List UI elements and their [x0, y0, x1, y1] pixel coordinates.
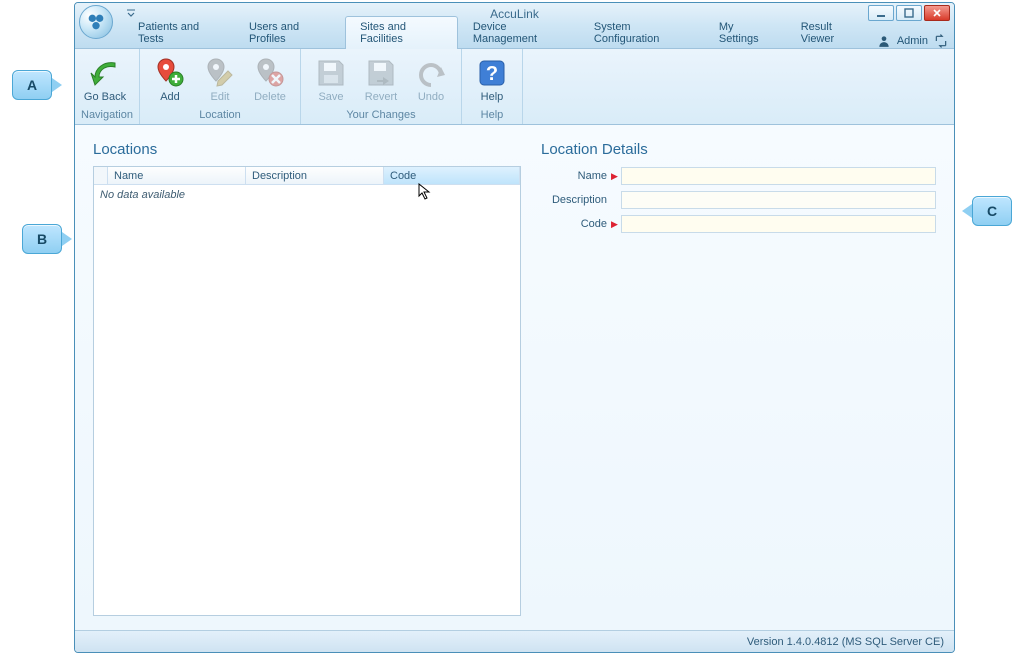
- go-back-button[interactable]: Go Back: [81, 53, 129, 107]
- app-logo-icon: [85, 11, 107, 33]
- callout-c-tail: [962, 204, 972, 218]
- button-label: Go Back: [84, 91, 126, 103]
- group-caption: Navigation: [81, 107, 133, 124]
- back-arrow-icon: [89, 57, 121, 89]
- ribbon-tabs: Patients and Tests Users and Profiles Si…: [75, 25, 954, 49]
- add-button[interactable]: Add: [146, 53, 194, 107]
- status-bar: Version 1.4.0.4812 (MS SQL Server CE): [75, 630, 954, 652]
- group-caption: Your Changes: [307, 107, 455, 124]
- button-label: Delete: [254, 91, 286, 103]
- name-input[interactable]: [621, 167, 936, 185]
- field-label: Code: [541, 218, 607, 230]
- callout-a-label: A: [27, 77, 37, 93]
- revert-button: Revert: [357, 53, 405, 107]
- svg-text:?: ?: [486, 63, 498, 85]
- callout-a: A: [12, 70, 52, 100]
- save-button: Save: [307, 53, 355, 107]
- callout-b-label: B: [37, 231, 47, 247]
- button-label: Help: [481, 91, 504, 103]
- callout-b-tail: [62, 232, 72, 246]
- edit-pin-icon: [204, 57, 236, 89]
- app-window: AccuLink Patients and Tests Users and Pr…: [74, 2, 955, 653]
- tab-results[interactable]: Result Viewer: [786, 16, 877, 49]
- group-caption: Location: [146, 107, 294, 124]
- tab-sysconfig[interactable]: System Configuration: [579, 16, 704, 49]
- required-indicator-icon: ▶: [611, 219, 617, 230]
- edit-button: Edit: [196, 53, 244, 107]
- field-row-name: Name ▶: [541, 166, 936, 186]
- col-name[interactable]: Name: [108, 167, 246, 184]
- tab-label: My Settings: [719, 21, 759, 45]
- button-label: Save: [318, 91, 343, 103]
- revert-icon: [365, 57, 397, 89]
- ribbon: Go Back Navigation Add Edit: [75, 49, 954, 125]
- tab-label: Device Management: [473, 21, 537, 45]
- grid-header: Name Description Code: [94, 167, 520, 185]
- field-label: Description: [541, 194, 607, 206]
- tab-label: Result Viewer: [801, 21, 834, 45]
- button-label: Add: [160, 91, 180, 103]
- tab-label: System Configuration: [594, 21, 659, 45]
- close-icon: [932, 8, 942, 18]
- maximize-button[interactable]: [896, 5, 922, 21]
- group-caption: Help: [468, 107, 516, 124]
- grid-body: No data available: [94, 185, 520, 615]
- callout-c: C: [972, 196, 1012, 226]
- ribbon-group-location: Add Edit Delete Location: [140, 49, 301, 124]
- close-button[interactable]: [924, 5, 950, 21]
- add-pin-icon: [154, 57, 186, 89]
- refresh-icon[interactable]: [934, 34, 948, 48]
- field-row-description: Description: [541, 190, 936, 210]
- undo-icon: [415, 57, 447, 89]
- details-title: Location Details: [541, 141, 936, 158]
- code-input[interactable]: [621, 215, 936, 233]
- tab-patients[interactable]: Patients and Tests: [123, 16, 234, 49]
- col-description[interactable]: Description: [246, 167, 384, 184]
- col-code[interactable]: Code: [384, 167, 520, 184]
- delete-pin-icon: [254, 57, 286, 89]
- field-label: Name: [541, 170, 607, 182]
- description-input[interactable]: [621, 191, 936, 209]
- version-text: Version 1.4.0.4812 (MS SQL Server CE): [747, 636, 944, 648]
- user-name[interactable]: Admin: [897, 35, 928, 47]
- tab-sites[interactable]: Sites and Facilities: [345, 16, 458, 49]
- undo-button: Undo: [407, 53, 455, 107]
- ribbon-group-changes: Save Revert Undo Your Changes: [301, 49, 462, 124]
- save-icon: [315, 57, 347, 89]
- details-panel: Location Details Name ▶ Description Code: [541, 141, 936, 630]
- button-label: Revert: [365, 91, 397, 103]
- callout-b: B: [22, 224, 62, 254]
- ribbon-group-navigation: Go Back Navigation: [75, 49, 140, 124]
- col-label: Name: [114, 170, 143, 182]
- locations-grid[interactable]: Name Description Code No data available: [93, 166, 521, 616]
- button-label: Edit: [211, 91, 230, 103]
- delete-button: Delete: [246, 53, 294, 107]
- tab-users[interactable]: Users and Profiles: [234, 16, 345, 49]
- required-indicator-icon: ▶: [611, 171, 617, 182]
- tab-label: Patients and Tests: [138, 21, 199, 45]
- tab-label: Users and Profiles: [249, 21, 299, 45]
- app-menu-orb[interactable]: [79, 5, 113, 39]
- field-row-code: Code ▶: [541, 214, 936, 234]
- tab-label: Sites and Facilities: [360, 21, 406, 45]
- client-area: Locations Name Description Code No data …: [75, 125, 954, 630]
- help-button[interactable]: ? Help: [468, 53, 516, 107]
- maximize-icon: [904, 8, 914, 18]
- tab-device[interactable]: Device Management: [458, 16, 579, 49]
- callout-a-tail: [52, 78, 62, 92]
- minimize-icon: [876, 8, 886, 18]
- user-icon: [877, 34, 891, 48]
- locations-panel: Locations Name Description Code No data …: [93, 141, 521, 630]
- help-icon: ?: [476, 57, 508, 89]
- col-label: Code: [390, 170, 416, 182]
- button-label: Undo: [418, 91, 444, 103]
- col-label: Description: [252, 170, 307, 182]
- row-header-col[interactable]: [94, 167, 108, 184]
- tab-mysettings[interactable]: My Settings: [704, 16, 786, 49]
- no-data-message: No data available: [100, 189, 185, 201]
- callout-c-label: C: [987, 203, 997, 219]
- ribbon-group-help: ? Help Help: [462, 49, 523, 124]
- locations-title: Locations: [93, 141, 521, 158]
